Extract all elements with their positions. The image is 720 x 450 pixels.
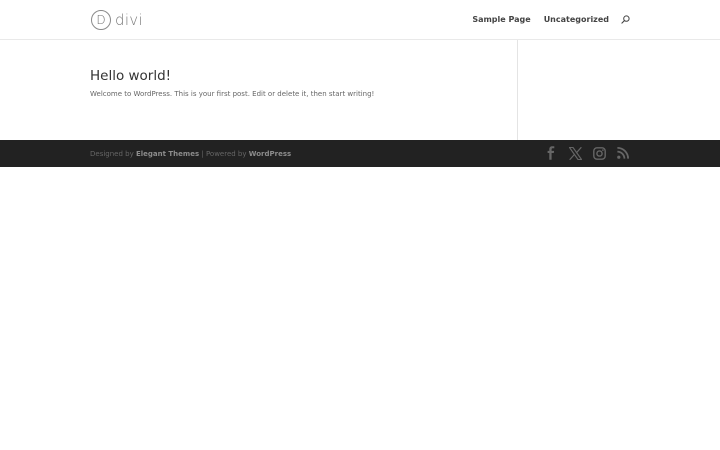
logo-text: divi (115, 11, 143, 29)
credits-prefix: Designed by (90, 150, 134, 158)
nav-item-uncategorized[interactable]: Uncategorized (544, 15, 609, 24)
search-button[interactable] (620, 14, 630, 24)
footer-credits: Designed by Elegant Themes | Powered by … (90, 149, 291, 159)
site-logo[interactable]: D divi (91, 9, 143, 31)
rss-icon (617, 147, 629, 159)
credits-theme-link[interactable]: Elegant Themes (136, 150, 199, 158)
x-icon (568, 146, 582, 160)
site-footer: Designed by Elegant Themes | Powered by … (0, 140, 720, 167)
social-links (534, 146, 630, 160)
search-icon (620, 14, 630, 24)
logo-mark: D (91, 10, 111, 30)
facebook-link[interactable] (544, 146, 558, 160)
post-article: Hello world! Welcome to WordPress. This … (90, 68, 500, 99)
main-content-area: Hello world! Welcome to WordPress. This … (0, 40, 720, 140)
logo-letter: D (96, 13, 106, 27)
credits-separator: | Powered by (201, 150, 247, 158)
post-excerpt: Welcome to WordPress. This is your first… (90, 90, 375, 98)
site-header: D divi Sample Page Uncategorized (0, 0, 720, 40)
rss-link[interactable] (616, 146, 630, 160)
instagram-link[interactable] (592, 146, 606, 160)
page: D divi Sample Page Uncategorized Hello w… (0, 0, 720, 450)
post-title[interactable]: Hello world! (90, 68, 500, 84)
instagram-icon (592, 146, 606, 160)
main-navigation: Sample Page Uncategorized (459, 14, 630, 24)
nav-item-sample-page[interactable]: Sample Page (472, 15, 530, 24)
x-link[interactable] (568, 146, 582, 160)
facebook-icon (547, 146, 555, 160)
sidebar-divider (517, 40, 518, 140)
credits-platform-link[interactable]: WordPress (249, 150, 291, 158)
